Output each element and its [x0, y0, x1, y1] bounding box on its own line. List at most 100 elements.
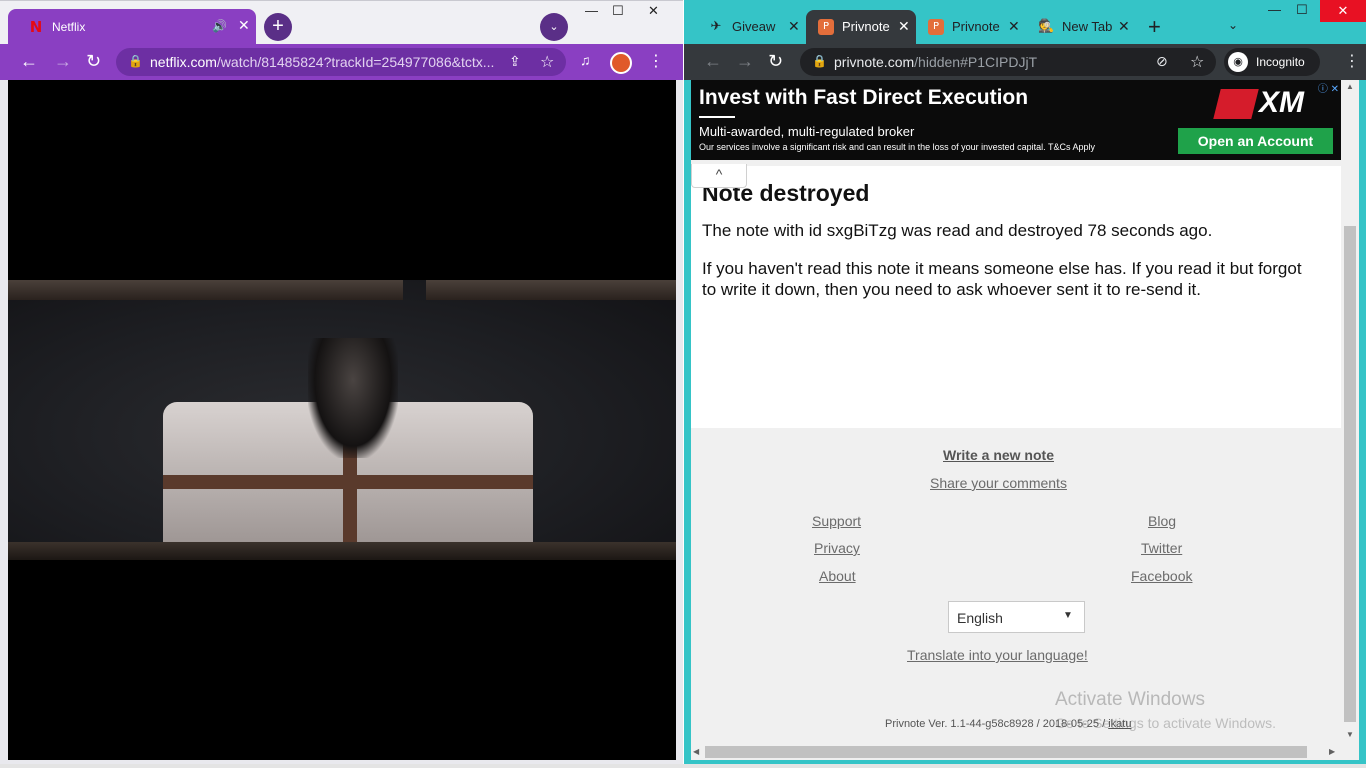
- translate-link[interactable]: Translate into your language!: [907, 647, 1088, 663]
- scroll-up-icon[interactable]: ▲: [1346, 82, 1354, 91]
- forward-button[interactable]: →: [54, 51, 72, 72]
- reload-button[interactable]: ↻: [86, 51, 101, 72]
- tab-title: Privnote: [952, 19, 1000, 34]
- tab-title: Giveaw: [732, 19, 776, 34]
- video-player[interactable]: [8, 80, 676, 760]
- tab-privnote-active[interactable]: P Privnote ✕: [806, 10, 916, 44]
- incognito-icon: ◉: [1228, 52, 1248, 72]
- horizontal-scroll-thumb[interactable]: [705, 746, 1307, 758]
- audio-playing-icon[interactable]: 🔊: [212, 19, 227, 33]
- minimize-button[interactable]: —: [585, 3, 598, 18]
- note-status-text: The note with id sxgBiTzg was read and d…: [702, 221, 1213, 240]
- profile-avatar[interactable]: [610, 52, 632, 74]
- tab-search-button[interactable]: ⌄: [540, 13, 568, 41]
- xm-logo-icon: [1213, 89, 1259, 120]
- media-control-icon[interactable]: ♫: [580, 52, 591, 68]
- new-tab-button[interactable]: +: [1148, 14, 1161, 40]
- toolbar: ← → ↻ 🔒 privnote.com/hidden#P1CIPDJjT ⊘ …: [684, 44, 1366, 80]
- url-path: /watch/81485824?trackId=254977086&tctx..…: [216, 54, 495, 70]
- incognito-icon: 🕵: [1038, 19, 1055, 34]
- tab-privnote[interactable]: P Privnote ✕: [916, 10, 1026, 44]
- tab-close-icon[interactable]: ✕: [1118, 18, 1130, 35]
- person: [308, 338, 398, 458]
- new-tab-button[interactable]: +: [264, 13, 292, 41]
- forward-button[interactable]: →: [736, 51, 754, 72]
- twitter-link[interactable]: Twitter: [1141, 540, 1182, 556]
- activate-windows-title: Activate Windows: [1055, 689, 1205, 710]
- url-host: netflix.com: [150, 54, 217, 70]
- close-window-button[interactable]: ✕: [648, 3, 659, 19]
- ad-subheadline: Multi-awarded, multi-regulated broker: [699, 124, 915, 139]
- tab-search-button[interactable]: ⌄: [1228, 18, 1238, 32]
- minimize-button[interactable]: —: [1268, 2, 1281, 17]
- tab-new-tab[interactable]: 🕵 New Tab ✕: [1026, 10, 1136, 44]
- ad-headline: Invest with Fast Direct Execution: [699, 86, 1029, 109]
- lock-icon[interactable]: 🔒: [812, 54, 827, 68]
- ad-disclaimer: Our services involve a significant risk …: [699, 142, 1096, 152]
- support-link[interactable]: Support: [812, 513, 861, 529]
- bookmark-star-icon[interactable]: ☆: [1190, 52, 1204, 72]
- incognito-badge[interactable]: ◉ Incognito: [1224, 48, 1320, 76]
- scroll-down-icon[interactable]: ▼: [1346, 730, 1354, 739]
- maximize-button[interactable]: ☐: [1296, 2, 1308, 18]
- ad-info-icon[interactable]: ⓘ ✕: [1311, 80, 1339, 95]
- back-button[interactable]: ←: [20, 51, 38, 72]
- tab-netflix[interactable]: N Netflix 🔊 ✕: [8, 9, 256, 45]
- scroll-left-icon[interactable]: ◀: [693, 747, 699, 756]
- reload-button[interactable]: ↻: [768, 51, 783, 72]
- netflix-logo-icon: N: [29, 18, 43, 36]
- close-window-button[interactable]: ✕: [1320, 0, 1366, 22]
- note-explanation-text: If you haven't read this note it means s…: [702, 259, 1302, 299]
- tab-giveaway[interactable]: ✈ Giveaw ✕: [696, 10, 806, 44]
- vertical-scroll-thumb[interactable]: [1344, 226, 1356, 722]
- menu-icon[interactable]: ⋮: [1344, 51, 1360, 71]
- version-info: Privnote Ver. 1.1-44-g58c8928 / 2018-05-…: [885, 718, 1131, 730]
- back-button[interactable]: ←: [704, 51, 722, 72]
- version-author-link[interactable]: ikatu: [1108, 718, 1131, 730]
- toolbar: ← → ↻ 🔒 netflix.com/watch/81485824?track…: [0, 44, 683, 80]
- address-bar[interactable]: 🔒 privnote.com/hidden#P1CIPDJjT ⊘ ☆: [800, 48, 1216, 76]
- lock-icon[interactable]: 🔒: [128, 54, 143, 68]
- facebook-link[interactable]: Facebook: [1131, 568, 1192, 584]
- menu-icon[interactable]: ⋮: [648, 51, 664, 71]
- plane-icon: ✈: [710, 19, 722, 34]
- url-path: /hidden#P1CIPDJjT: [914, 54, 1038, 70]
- about-link[interactable]: About: [819, 568, 856, 584]
- blog-link[interactable]: Blog: [1148, 513, 1176, 529]
- tab-close-icon[interactable]: ✕: [1008, 18, 1020, 35]
- tracking-blocked-icon[interactable]: ⊘: [1156, 53, 1168, 70]
- language-value: English: [957, 610, 1003, 626]
- privacy-link[interactable]: Privacy: [814, 540, 860, 556]
- tab-close-icon[interactable]: ✕: [898, 18, 910, 35]
- taskbar: [0, 764, 1366, 768]
- vertical-scrollbar[interactable]: ▲ ▼: [1341, 80, 1359, 744]
- maximize-button[interactable]: ☐: [612, 3, 624, 19]
- url-text[interactable]: privnote.com/hidden#P1CIPDJjT: [834, 54, 1037, 70]
- privnote-icon: P: [928, 19, 944, 35]
- privnote-browser-window: ✈ Giveaw ✕ P Privnote ✕ P Privnote ✕ 🕵 N…: [684, 0, 1366, 768]
- version-text: Privnote Ver. 1.1-44-g58c8928 / 2018-05-…: [885, 718, 1109, 730]
- open-account-button[interactable]: Open an Account: [1178, 128, 1333, 154]
- share-comments-link[interactable]: Share your comments: [930, 475, 1067, 491]
- tab-close-icon[interactable]: ✕: [788, 18, 800, 35]
- tab-title: Netflix: [52, 20, 86, 34]
- write-new-note-link[interactable]: Write a new note: [943, 447, 1054, 463]
- tab-close-icon[interactable]: ✕: [238, 17, 250, 34]
- url-text[interactable]: netflix.com/watch/81485824?trackId=25497…: [150, 54, 494, 70]
- ad-banner[interactable]: Invest with Fast Direct Execution Multi-…: [691, 80, 1341, 160]
- tab-strip: N Netflix 🔊 ✕ + ⌄ — ☐ ✕: [0, 0, 683, 45]
- bookmark-star-icon[interactable]: ☆: [540, 52, 554, 72]
- xm-logo-text: XM: [1259, 86, 1304, 119]
- incognito-label: Incognito: [1256, 55, 1305, 69]
- collapse-ad-button[interactable]: ^: [691, 164, 747, 188]
- note-panel: Note destroyed The note with id sxgBiTzg…: [691, 166, 1341, 428]
- language-select[interactable]: English ▼: [948, 601, 1085, 633]
- page-content: Invest with Fast Direct Execution Multi-…: [691, 80, 1359, 760]
- chevron-down-icon: ▼: [1063, 610, 1073, 621]
- horizontal-scrollbar[interactable]: ◀ ▶: [691, 744, 1341, 760]
- tab-strip: ✈ Giveaw ✕ P Privnote ✕ P Privnote ✕ 🕵 N…: [684, 0, 1366, 44]
- scroll-right-icon[interactable]: ▶: [1329, 747, 1335, 756]
- tab-title: Privnote: [842, 19, 890, 34]
- address-bar[interactable]: 🔒 netflix.com/watch/81485824?trackId=254…: [116, 48, 566, 76]
- share-icon[interactable]: ⇪: [509, 53, 521, 70]
